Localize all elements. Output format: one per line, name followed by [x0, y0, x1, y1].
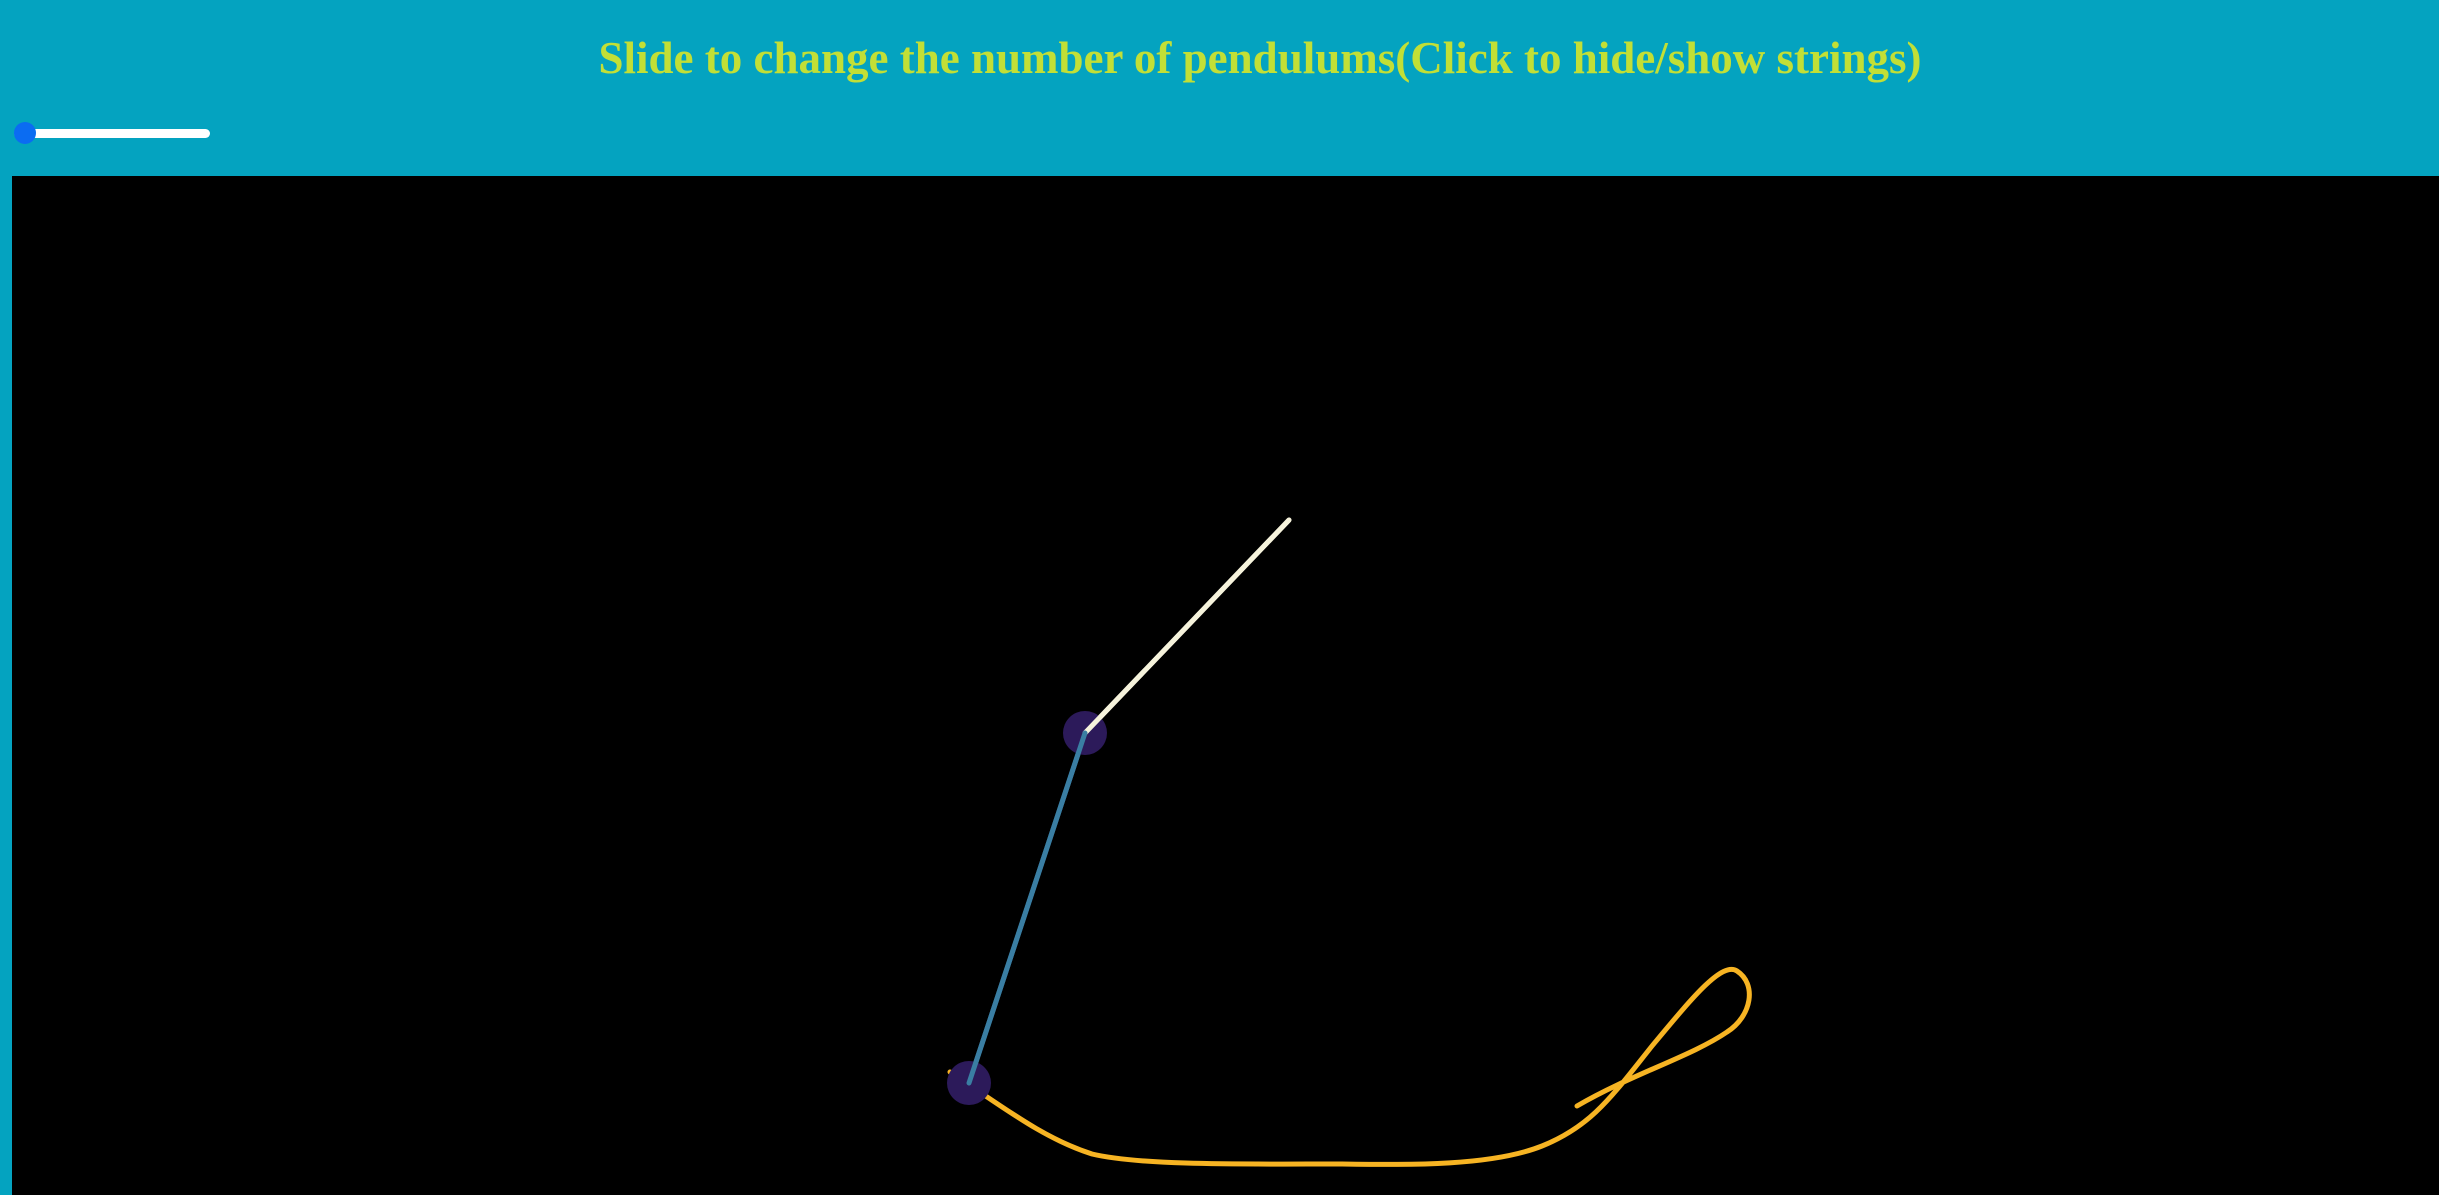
trace-path — [947, 966, 1752, 1167]
slider-track[interactable] — [14, 129, 210, 138]
slider-thumb[interactable] — [14, 122, 36, 144]
string-1-overlay — [1082, 517, 1292, 736]
page-title: Slide to change the number of pendulums(… — [598, 33, 1922, 83]
pendulum-drawing — [947, 517, 1752, 1167]
pendulum-count-slider[interactable] — [14, 122, 210, 144]
pendulum-canvas[interactable] — [12, 176, 2439, 1195]
string-2-overlay — [966, 730, 1088, 1086]
header: Slide to change the number of pendulums(… — [0, 0, 2439, 176]
